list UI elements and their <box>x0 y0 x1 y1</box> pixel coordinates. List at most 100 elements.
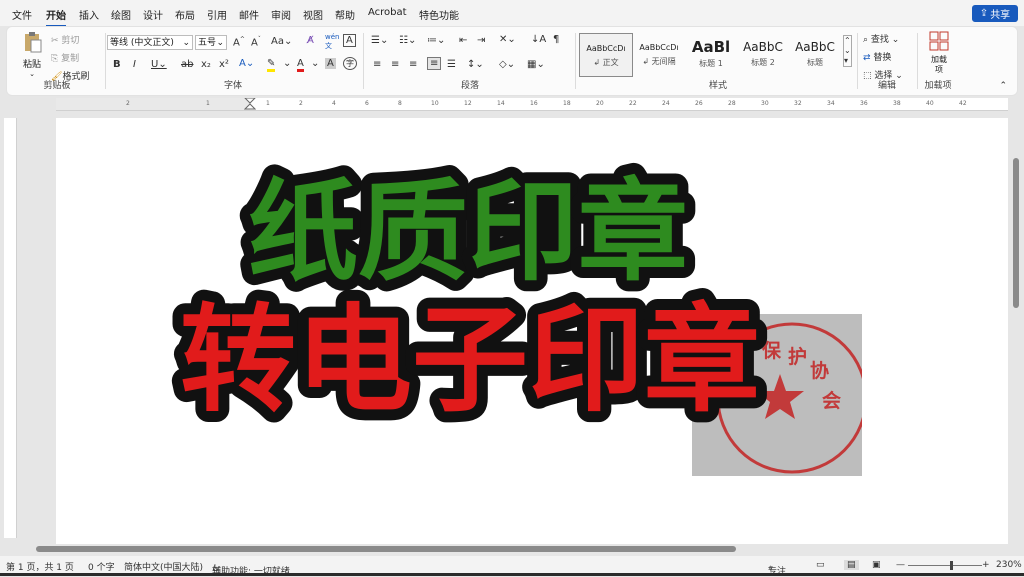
zoom-slider[interactable] <box>908 565 982 566</box>
italic-icon[interactable]: I <box>133 59 136 70</box>
cut-button[interactable]: ✂ 剪切 <box>51 33 79 46</box>
align-right-icon[interactable]: ≡ <box>409 59 417 70</box>
borders-icon[interactable]: ▦⌄ <box>527 59 545 70</box>
share-icon: ⇪ <box>979 8 989 19</box>
find-button[interactable]: ⌕ 查找 ⌄ <box>863 32 899 45</box>
chevron-down-icon[interactable]: ⌄ <box>283 58 291 69</box>
find-label: 查找 <box>870 35 889 45</box>
font-size-select[interactable]: 五号 ⌄ <box>195 35 227 50</box>
numbering-icon[interactable]: ☷⌄ <box>399 35 416 46</box>
zoom-slider-thumb[interactable] <box>950 561 953 570</box>
menu-file[interactable]: 文件 <box>12 7 32 22</box>
text-effects-icon[interactable]: A⌄ <box>239 58 254 69</box>
style-sample: AaBbCcDı <box>586 44 626 53</box>
bullets-icon[interactable]: ☰⌄ <box>371 35 388 46</box>
ruler-tick-label: 26 <box>695 100 703 107</box>
chinese-layout-icon[interactable]: ✕⌄ <box>499 34 516 45</box>
menu-review[interactable]: 审阅 <box>271 7 291 22</box>
styles-scroll-icon[interactable]: ⌃ ⌄ ▾ <box>843 35 852 67</box>
chevron-down-icon: ⌄ <box>29 70 35 78</box>
font-color-icon[interactable]: A <box>297 58 304 72</box>
web-layout-icon[interactable]: ▣ <box>872 560 881 570</box>
read-mode-icon[interactable]: ▭ <box>816 560 825 570</box>
phonetic-guide-icon[interactable]: wén 文 <box>325 33 339 51</box>
align-left-icon[interactable]: ≡ <box>373 59 381 70</box>
zoom-level[interactable]: 230% <box>996 560 1022 570</box>
style-heading-1[interactable]: AaBl 标题 1 <box>685 33 737 75</box>
bold-icon[interactable]: B <box>113 59 121 70</box>
underline-icon[interactable]: U⌄ <box>151 59 167 70</box>
distributed-icon[interactable]: ☰ <box>447 59 456 70</box>
style-sample: AaBl <box>691 38 731 56</box>
styles-group: AaBbCcDı ↲ 正文 AaBbCcDı ↲ 无间隔 AaBl 标题 1 A… <box>577 29 859 93</box>
vertical-scrollbar[interactable] <box>1010 118 1024 546</box>
style-sample: AaBbC <box>795 40 835 54</box>
decrease-indent-icon[interactable]: ⇤ <box>459 35 467 46</box>
clipboard-group-label: 剪贴板 <box>43 81 71 91</box>
zoom-in-icon[interactable]: + <box>982 560 990 570</box>
language-status[interactable]: 简体中文(中国大陆) <box>124 560 203 573</box>
ruler-tick-label: 1 <box>266 100 270 107</box>
horizontal-scrollbar[interactable] <box>28 544 1012 554</box>
share-button[interactable]: ⇪ 共享 <box>972 5 1018 22</box>
ruler-margin <box>56 98 250 110</box>
collapse-ribbon-icon[interactable]: ⌃ <box>999 81 1007 91</box>
superscript-icon[interactable]: x² <box>219 59 229 70</box>
copy-button[interactable]: ⎘ 复制 <box>51 51 79 64</box>
font-name-select[interactable]: 等线 (中文正文) ⌄ <box>107 35 193 50</box>
strikethrough-icon[interactable]: ab <box>181 59 193 70</box>
style-name: 标题 2 <box>751 58 775 67</box>
grow-font-icon[interactable]: A^ <box>233 36 245 48</box>
char-border-icon[interactable]: A <box>343 34 356 47</box>
style-name: 标题 1 <box>699 59 723 68</box>
menu-references[interactable]: 引用 <box>207 7 227 22</box>
change-case-button[interactable]: Aa⌄ <box>271 36 292 47</box>
menu-draw[interactable]: 绘图 <box>111 7 131 22</box>
divider <box>917 33 918 89</box>
highlight-icon[interactable]: ✎ <box>267 58 276 72</box>
copy-label: 复制 <box>61 54 80 64</box>
paste-button[interactable]: 粘贴 ⌄ <box>17 31 47 78</box>
shading-icon[interactable]: ◇⌄ <box>499 59 515 70</box>
menu-insert[interactable]: 插入 <box>79 7 99 22</box>
scroll-thumb[interactable] <box>1013 158 1019 308</box>
menu-design[interactable]: 设计 <box>143 7 163 22</box>
paragraph-group: ☰⌄ ☷⌄ ≔⌄ ⇤ ⇥ ✕⌄ ↓A ¶ ≡ ≡ ≡ ≡ ☰ ↕⌄ ◇⌄ ▦⌄ … <box>367 29 573 93</box>
addins-button[interactable]: 加载项 <box>925 31 953 75</box>
menu-mailings[interactable]: 邮件 <box>239 7 259 22</box>
sort-icon[interactable]: ↓A <box>531 34 546 45</box>
style-no-spacing[interactable]: AaBbCcDı ↲ 无间隔 <box>633 33 685 75</box>
menu-layout[interactable]: 布局 <box>175 7 195 22</box>
document-page[interactable]: 保 护 协 会 <box>56 118 1008 546</box>
menu-acrobat[interactable]: Acrobat <box>368 7 407 18</box>
style-normal[interactable]: AaBbCcDı ↲ 正文 <box>579 33 633 77</box>
justify-icon[interactable]: ≡ <box>427 57 442 70</box>
shrink-font-icon[interactable]: Aˇ <box>251 36 261 48</box>
zoom-out-icon[interactable]: — <box>896 560 905 570</box>
replace-button[interactable]: ⇄ 替换 <box>863 50 891 63</box>
style-heading-2[interactable]: AaBbC 标题 2 <box>737 33 789 75</box>
multilevel-list-icon[interactable]: ≔⌄ <box>427 35 445 46</box>
align-center-icon[interactable]: ≡ <box>391 59 399 70</box>
enclose-char-icon[interactable]: 字 <box>343 57 357 70</box>
font-group-label: 字体 <box>223 81 242 91</box>
print-layout-icon[interactable]: ▤ <box>844 560 859 570</box>
indent-marker-icon[interactable] <box>244 98 256 110</box>
chevron-down-icon[interactable]: ⌄ <box>311 58 319 69</box>
subscript-icon[interactable]: x₂ <box>201 59 211 70</box>
show-marks-icon[interactable]: ¶ <box>553 34 559 45</box>
style-title[interactable]: AaBbC 标题 <box>789 33 841 75</box>
char-shading-icon[interactable]: A <box>325 58 336 69</box>
increase-indent-icon[interactable]: ⇥ <box>477 35 485 46</box>
menu-features[interactable]: 特色功能 <box>419 7 459 22</box>
menu-help[interactable]: 帮助 <box>335 7 355 22</box>
line-spacing-icon[interactable]: ↕⌄ <box>467 59 484 70</box>
word-count[interactable]: 0 个字 <box>88 560 115 573</box>
cut-label: 剪切 <box>61 36 80 46</box>
page-count[interactable]: 第 1 页，共 1 页 <box>6 560 74 573</box>
editing-group: ⌕ 查找 ⌄ ⇄ 替换 ⬚ 选择 ⌄ 编辑 <box>859 29 915 93</box>
clear-format-icon[interactable]: A̸ <box>307 35 314 46</box>
menu-view[interactable]: 视图 <box>303 7 323 22</box>
scroll-thumb[interactable] <box>36 546 736 552</box>
menu-home[interactable]: 开始 <box>46 7 66 27</box>
